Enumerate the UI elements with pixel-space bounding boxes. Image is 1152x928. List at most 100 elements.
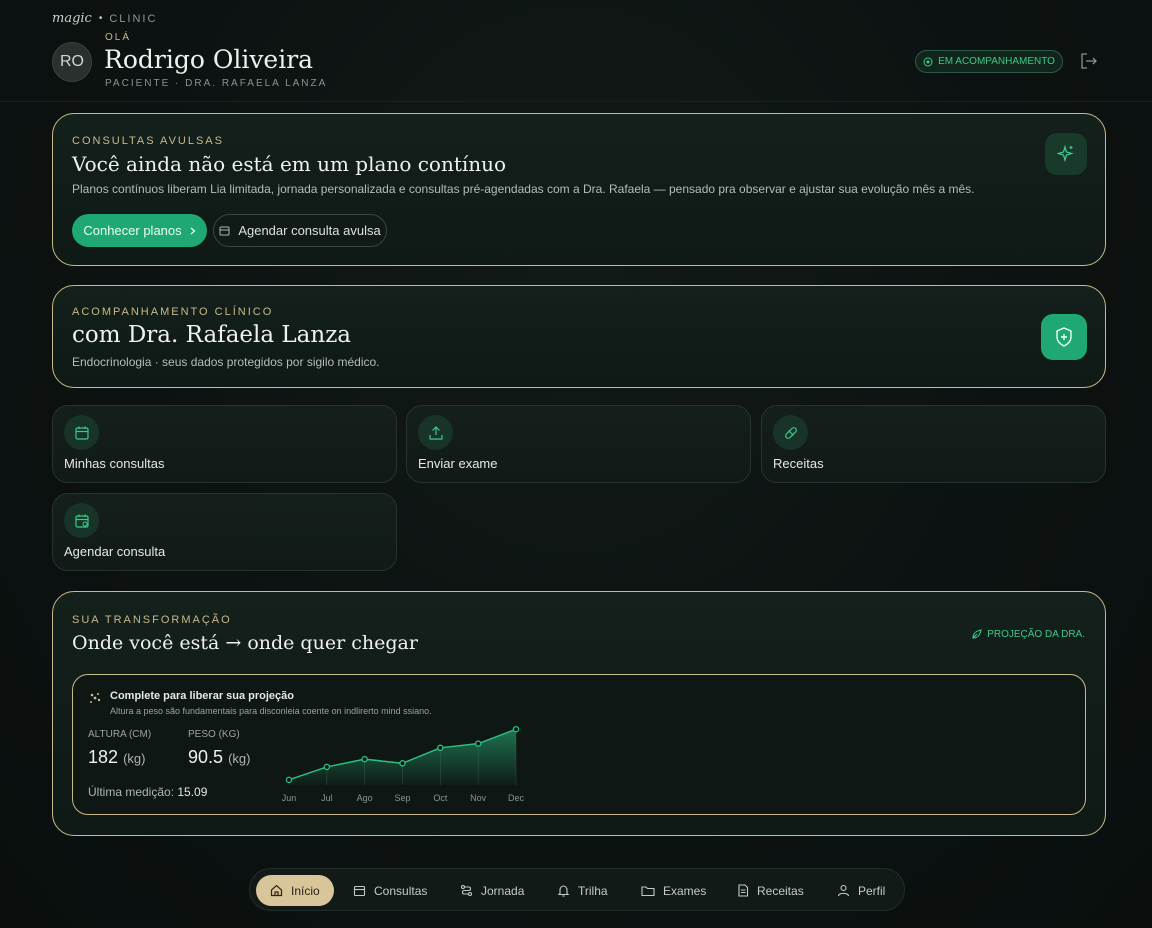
brand-logo: magic • CLINIC bbox=[52, 11, 157, 26]
status-label: EM ACOMPANHAMENTO bbox=[938, 56, 1055, 67]
sparkle-button bbox=[1045, 133, 1087, 175]
nav-item-exames[interactable]: Exames bbox=[641, 875, 706, 906]
chart-point bbox=[437, 744, 444, 752]
status-badge: EM ACOMPANHAMENTO bbox=[915, 50, 1063, 73]
nav-label: Exames bbox=[663, 883, 707, 898]
calendar-icon bbox=[353, 885, 366, 897]
last-measurement-label: Última medição: bbox=[88, 785, 175, 799]
pill-icon bbox=[773, 415, 808, 450]
projection-description: Altura a peso são fundamentais para disc… bbox=[110, 706, 432, 716]
plans-description: Planos contínuos liberam Lia limitada, j… bbox=[72, 182, 975, 196]
projection-panel: Complete para liberar sua projeção Altur… bbox=[72, 674, 1086, 815]
weight-number: 90.5 bbox=[188, 747, 224, 767]
shield-icon bbox=[1056, 327, 1072, 347]
tile-send-exam[interactable]: Enviar exame bbox=[406, 405, 751, 483]
tile-label: Receitas bbox=[773, 456, 824, 471]
nav-item-jornada[interactable]: Jornada bbox=[460, 875, 524, 906]
height-number: 182 bbox=[88, 747, 119, 767]
nav-label: Perfil bbox=[858, 883, 886, 898]
nav-item-receitas[interactable]: Receitas bbox=[737, 875, 804, 906]
tile-my-consultations[interactable]: Minhas consultas bbox=[52, 405, 397, 483]
user-subtitle: PACIENTE · DRA. RAFAELA LANZA bbox=[105, 78, 328, 89]
home-icon bbox=[270, 884, 283, 897]
calendar-clock-icon bbox=[64, 503, 99, 538]
chart-point bbox=[285, 776, 293, 784]
transformation-card: SUA TRANSFORMAÇÃO Onde você está → onde … bbox=[52, 591, 1106, 836]
chart-tick-label: Dec bbox=[508, 793, 525, 803]
sparkles-icon bbox=[90, 693, 101, 703]
shield-badge bbox=[1041, 314, 1087, 360]
route-icon bbox=[460, 884, 473, 897]
nav-item-consultas[interactable]: Consultas bbox=[353, 875, 427, 906]
calendar-icon bbox=[64, 415, 99, 450]
plans-card: CONSULTAS AVULSAS Você ainda não está em… bbox=[52, 113, 1106, 266]
schedule-single-label: Agendar consulta avulsa bbox=[238, 223, 381, 238]
weight-unit: (kg) bbox=[228, 751, 251, 766]
schedule-single-button[interactable]: Agendar consulta avulsa bbox=[213, 214, 387, 247]
nav-label: Receitas bbox=[757, 883, 804, 898]
chart-point bbox=[323, 763, 331, 771]
nav-item-perfil[interactable]: Perfil bbox=[837, 875, 885, 906]
nav-label: Trilha bbox=[578, 883, 608, 898]
tile-prescriptions[interactable]: Receitas bbox=[761, 405, 1106, 483]
calendar-icon bbox=[219, 226, 230, 236]
chart-area bbox=[289, 729, 516, 785]
tile-label: Minhas consultas bbox=[64, 456, 165, 471]
chart-tick-label: Jul bbox=[321, 793, 333, 803]
height-unit: (kg) bbox=[123, 751, 146, 766]
clinical-description: Endocrinologia · seus dados protegidos p… bbox=[72, 355, 380, 369]
target-icon bbox=[923, 57, 933, 66]
transformation-eyebrow: SUA TRANSFORMAÇÃO bbox=[72, 614, 232, 626]
height-value: 182 (kg) bbox=[88, 747, 145, 768]
projection-label: PROJEÇÃO DA DRA. bbox=[987, 629, 1085, 640]
greeting: OLÁ bbox=[105, 32, 132, 43]
view-plans-button[interactable]: Conhecer planos bbox=[72, 214, 207, 247]
avatar[interactable]: RO bbox=[52, 42, 92, 82]
transformation-title: Onde você está → onde quer chegar bbox=[72, 632, 418, 654]
weight-label: PESO (KG) bbox=[188, 729, 240, 740]
nav-item-home[interactable]: Início bbox=[256, 875, 334, 906]
chart-tick-label: Ago bbox=[357, 793, 373, 803]
nav-item-trilha[interactable]: Trilha bbox=[557, 875, 608, 906]
plans-title: Você ainda não está em um plano contínuo bbox=[72, 152, 507, 176]
projection-link[interactable]: PROJEÇÃO DA DRA. bbox=[971, 629, 1085, 640]
brand-separator: • bbox=[98, 13, 103, 24]
chart-tick-label: Oct bbox=[433, 793, 448, 803]
last-measurement: Última medição: 15.09 bbox=[88, 785, 207, 799]
bottom-nav: Início Consultas Jornada Trilha Exames R… bbox=[249, 868, 905, 911]
chevron-right-icon bbox=[190, 227, 196, 234]
clinical-title: com Dra. Rafaela Lanza bbox=[72, 322, 352, 348]
page-header: magic • CLINIC RO OLÁ Rodrigo Oliveira P… bbox=[0, 0, 1152, 102]
weight-value: 90.5 (kg) bbox=[188, 747, 250, 768]
user-name: Rodrigo Oliveira bbox=[104, 45, 314, 74]
view-plans-label: Conhecer planos bbox=[83, 223, 182, 238]
nav-label: Jornada bbox=[481, 883, 525, 898]
upload-icon bbox=[418, 415, 453, 450]
folder-icon bbox=[641, 886, 655, 897]
plans-eyebrow: CONSULTAS AVULSAS bbox=[72, 135, 224, 147]
leaf-icon bbox=[972, 629, 982, 639]
projection-title: Complete para liberar sua projeção bbox=[110, 690, 295, 702]
brand-name: magic bbox=[52, 11, 92, 26]
chart-point bbox=[399, 760, 406, 767]
clinical-card: ACOMPANHAMENTO CLÍNICO com Dra. Rafaela … bbox=[52, 285, 1106, 388]
chart-point bbox=[361, 755, 368, 763]
document-icon bbox=[738, 884, 749, 897]
clinical-eyebrow: ACOMPANHAMENTO CLÍNICO bbox=[72, 306, 274, 318]
progress-chart: Jun Jul Ago Sep Oct Nov Dec bbox=[282, 725, 525, 803]
bell-icon bbox=[557, 885, 570, 897]
tile-label: Agendar consulta bbox=[64, 544, 166, 559]
user-icon bbox=[837, 884, 850, 897]
height-label: ALTURA (CM) bbox=[88, 729, 152, 740]
tile-schedule-consultation[interactable]: Agendar consulta bbox=[52, 493, 397, 571]
chart-tick-label: Jun bbox=[282, 793, 297, 803]
sparkle-icon bbox=[1057, 145, 1074, 163]
tile-label: Enviar exame bbox=[418, 456, 498, 471]
last-measurement-value: 15.09 bbox=[177, 785, 208, 799]
chart-point bbox=[512, 725, 520, 733]
brand-suffix: CLINIC bbox=[109, 12, 158, 25]
logout-icon[interactable] bbox=[1080, 53, 1098, 69]
chart-tick-label: Nov bbox=[470, 793, 487, 803]
chart-point bbox=[474, 740, 482, 747]
nav-label: Início bbox=[291, 883, 320, 898]
